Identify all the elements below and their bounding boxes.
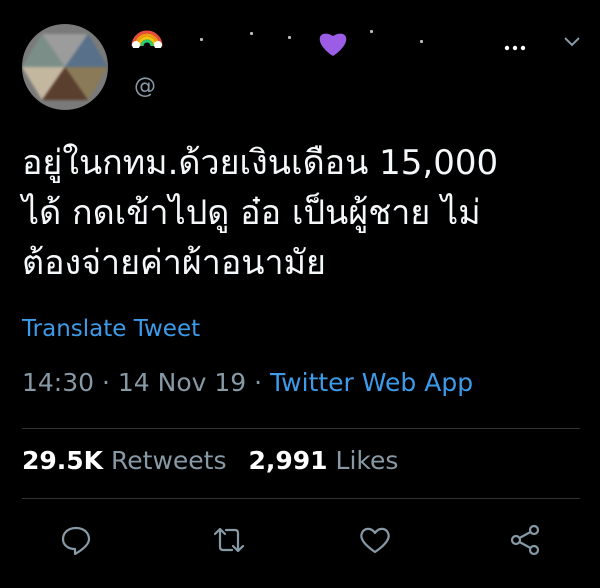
purple-heart-icon <box>319 33 347 56</box>
retweets-count: 29.5K <box>22 446 104 475</box>
retweet-button[interactable] <box>212 523 246 557</box>
avatar[interactable] <box>22 24 108 110</box>
retweets-stat[interactable]: 29.5K Retweets <box>22 446 226 475</box>
divider <box>22 428 580 429</box>
rainbow-icon <box>131 30 163 48</box>
user-handle[interactable]: @ <box>134 74 157 99</box>
divider <box>22 498 580 499</box>
like-icon <box>360 527 390 554</box>
meta-separator: · <box>94 368 118 397</box>
retweet-icon <box>213 527 245 553</box>
tweet-time: 14:30 <box>22 368 95 397</box>
translate-tweet-link[interactable]: Translate Tweet <box>22 316 200 342</box>
redacted-mark <box>370 30 373 33</box>
likes-stat[interactable]: 2,991 Likes <box>248 446 398 475</box>
share-button[interactable] <box>508 523 542 557</box>
tweet-text: อยู่ในกทม.ด้วยเงินเดือน 15,000 ได้ กดเข้… <box>22 143 499 283</box>
tweet-stats: 29.5K Retweets 2,991 Likes <box>22 446 398 475</box>
redacted-mark <box>250 32 253 35</box>
like-button[interactable] <box>358 523 392 557</box>
reply-icon <box>61 526 91 556</box>
tweet-date: 14 Nov 19 <box>117 368 247 397</box>
redacted-mark <box>420 40 423 43</box>
likes-label: Likes <box>327 446 399 475</box>
redacted-mark <box>288 36 291 39</box>
chevron-down-icon[interactable] <box>563 35 581 49</box>
more-options-icon[interactable] <box>504 38 526 52</box>
blurred-avatar-image <box>22 24 108 110</box>
share-icon <box>510 524 540 556</box>
tweet-detail: @ อยู่ในกทม.ด้วยเงินเดือน 15,000 ได้ กดเ… <box>0 0 600 588</box>
retweets-label: Retweets <box>103 446 227 475</box>
redacted-mark <box>200 38 203 41</box>
reply-button[interactable] <box>59 523 93 557</box>
tweet-action-bar <box>0 513 600 563</box>
meta-separator: · <box>246 368 271 397</box>
likes-count: 2,991 <box>248 446 328 475</box>
tweet-meta: 14:30 · 14 Nov 19 · Twitter Web App <box>22 368 473 397</box>
tweet-source-link[interactable]: Twitter Web App <box>270 368 473 397</box>
